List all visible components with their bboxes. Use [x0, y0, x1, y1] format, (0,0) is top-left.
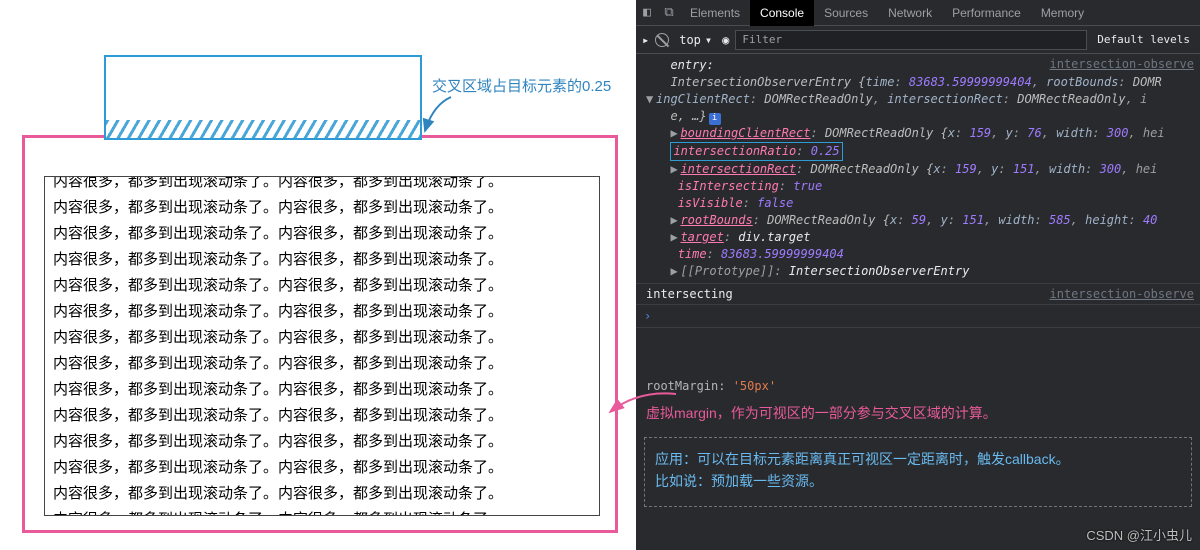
log-line: ▶rootBounds: DOMRectReadOnly {x: 59, y: …: [646, 212, 1200, 229]
sidebar-toggle-icon[interactable]: ▸: [642, 33, 649, 47]
log-source-link[interactable]: intersection-observe: [1050, 287, 1200, 301]
clear-console-icon[interactable]: [655, 33, 669, 47]
content-line: 内容很多，都多到出现滚动条了。内容很多，都多到出现滚动条了。: [53, 247, 595, 273]
log-levels-selector[interactable]: Default levels: [1093, 33, 1194, 46]
devtools-tabs: ElementsConsoleSourcesNetworkPerformance…: [680, 0, 1094, 26]
tab-sources[interactable]: Sources: [814, 0, 878, 26]
filter-input[interactable]: Filter: [735, 30, 1087, 50]
log-line: intersectionRatio: 0.25: [646, 142, 1200, 161]
root-margin-annotation: rootMargin: '50px': [636, 374, 1200, 397]
intersection-box: [104, 55, 422, 140]
root-margin-explain: 虚拟margin，作为可视区的一部分参与交叉区域的计算。: [636, 397, 1200, 437]
console-log-entry[interactable]: intersection-observe entry: Intersection…: [636, 54, 1200, 284]
log-line: IntersectionObserverEntry {time: 83683.5…: [646, 74, 1200, 91]
tab-network[interactable]: Network: [878, 0, 942, 26]
context-selector[interactable]: top ▾: [675, 33, 716, 47]
root-arrow-icon: [608, 390, 678, 420]
tab-console[interactable]: Console: [750, 0, 814, 26]
content-line: 内容很多，都多到出现滚动条了。内容很多，都多到出现滚动条了。: [53, 177, 595, 195]
content-line: 内容很多，都多到出现滚动条了。内容很多，都多到出现滚动条了。: [53, 195, 595, 221]
content-line: 内容很多，都多到出现滚动条了。内容很多，都多到出现滚动条了。: [53, 481, 595, 507]
chevron-down-icon: ▾: [705, 33, 712, 47]
log-line: time: 83683.59999999404: [646, 246, 1200, 263]
device-toolbar-icon[interactable]: ⧉: [658, 5, 680, 20]
demo-viewport: 交叉区域占目标元素的0.25 内容很多，都多到出现滚动条了。内容很多，都多到出现…: [0, 0, 636, 550]
watermark: CSDN @江小虫儿: [1086, 525, 1192, 544]
log-source-link[interactable]: intersection-observe: [1050, 57, 1200, 71]
content-line: 内容很多，都多到出现滚动条了。内容很多，都多到出现滚动条了。: [53, 455, 595, 481]
inspect-icon[interactable]: ◧: [636, 5, 658, 20]
content-line: 内容很多，都多到出现滚动条了。内容很多，都多到出现滚动条了。: [53, 273, 595, 299]
annotation-arrow-icon: [423, 95, 453, 135]
live-expression-icon[interactable]: ◉: [722, 33, 729, 47]
log-line: e, …}i: [646, 108, 1200, 125]
content-line: 内容很多，都多到出现滚动条了。内容很多，都多到出现滚动条了。: [53, 325, 595, 351]
log-line: ▼ingClientRect: DOMRectReadOnly, interse…: [646, 91, 1200, 108]
devtools-topbar: ◧ ⧉ ElementsConsoleSourcesNetworkPerform…: [636, 0, 1200, 26]
log-line: ▶[[Prototype]]: IntersectionObserverEntr…: [646, 263, 1200, 280]
log-line: ▶boundingClientRect: DOMRectReadOnly {x:…: [646, 125, 1200, 142]
content-line: 内容很多，都多到出现滚动条了。内容很多，都多到出现滚动条了。: [53, 221, 595, 247]
content-line: 内容很多，都多到出现滚动条了。内容很多，都多到出现滚动条了。: [53, 403, 595, 429]
scroll-area[interactable]: 内容很多，都多到出现滚动条了。内容很多，都多到出现滚动条了。内容很多，都多到出现…: [45, 177, 599, 515]
log-line: isIntersecting: true: [646, 178, 1200, 195]
content-line: 内容很多，都多到出现滚动条了。内容很多，都多到出现滚动条了。: [53, 507, 595, 515]
devtools-panel: ◧ ⧉ ElementsConsoleSourcesNetworkPerform…: [636, 0, 1200, 550]
console-toolbar: ▸ top ▾ ◉ Filter Default levels: [636, 26, 1200, 54]
content-line: 内容很多，都多到出现滚动条了。内容很多，都多到出现滚动条了。: [53, 299, 595, 325]
intersection-ratio-label: 交叉区域占目标元素的0.25: [432, 75, 611, 96]
tab-memory[interactable]: Memory: [1031, 0, 1094, 26]
application-note: 应用：可以在目标元素距离真正可视区一定距离时，触发callback。 比如说：预…: [644, 437, 1192, 507]
tab-elements[interactable]: Elements: [680, 0, 750, 26]
tab-performance[interactable]: Performance: [942, 0, 1031, 26]
log-line: isVisible: false: [646, 195, 1200, 212]
log-line: ▶intersectionRect: DOMRectReadOnly {x: 1…: [646, 161, 1200, 178]
content-line: 内容很多，都多到出现滚动条了。内容很多，都多到出现滚动条了。: [53, 377, 595, 403]
scroll-container: 内容很多，都多到出现滚动条了。内容很多，都多到出现滚动条了。内容很多，都多到出现…: [44, 176, 600, 516]
console-log-entry[interactable]: intersection-observe intersecting: [636, 284, 1200, 305]
intersection-overlap-hatch: [106, 120, 420, 138]
content-line: 内容很多，都多到出现滚动条了。内容很多，都多到出现滚动条了。: [53, 351, 595, 377]
console-prompt[interactable]: ›: [636, 305, 1200, 328]
log-line: ▶target: div.target: [646, 229, 1200, 246]
content-line: 内容很多，都多到出现滚动条了。内容很多，都多到出现滚动条了。: [53, 429, 595, 455]
